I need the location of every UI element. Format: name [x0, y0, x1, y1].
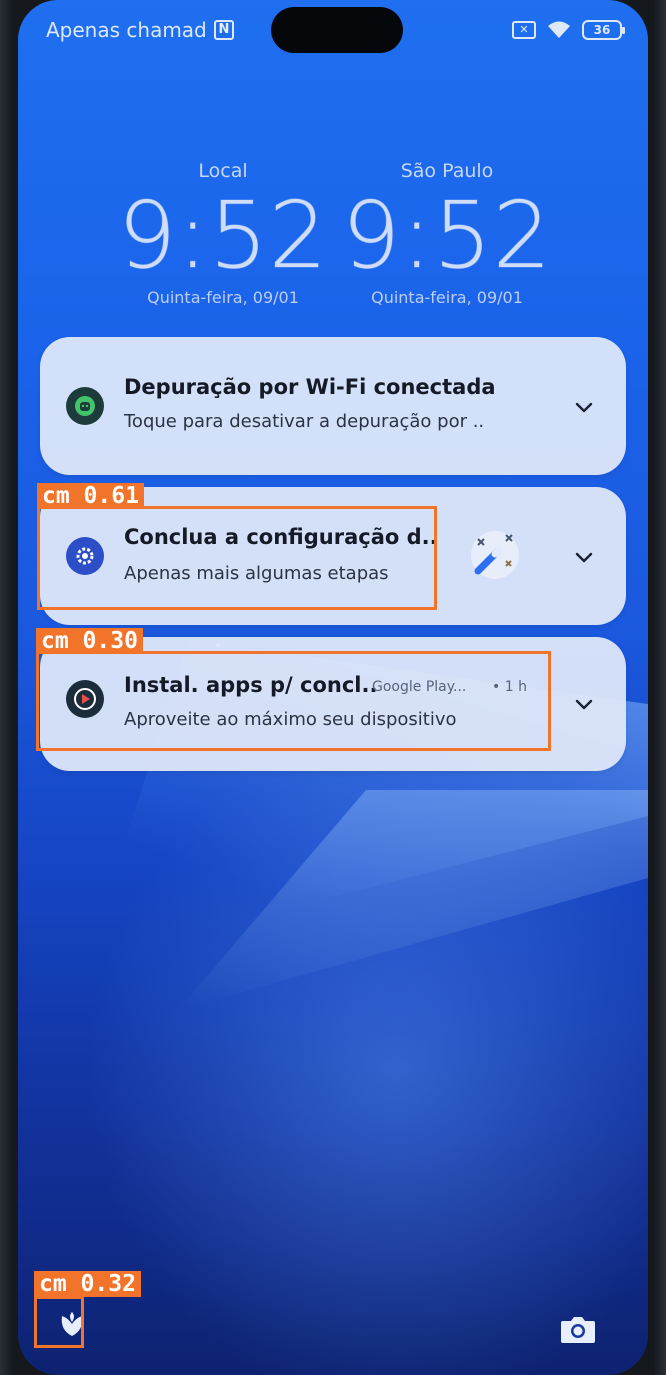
- clock-date: Quinta-feira, 09/01: [147, 288, 299, 307]
- notification-title: Depuração por Wi-Fi conectada: [124, 375, 496, 399]
- camera-notch: [271, 7, 403, 53]
- carrier-text: Apenas chamad: [46, 18, 207, 42]
- status-icons: ✕ 36: [512, 20, 625, 40]
- notification-text: Toque para desativar a depuração por ..: [124, 411, 485, 432]
- clock-city: Local: [198, 160, 248, 182]
- clock-date: Quinta-feira, 09/01: [371, 288, 523, 307]
- chevron-down-icon[interactable]: [572, 395, 596, 419]
- status-bar: Apenas chamad N ✕ 36: [18, 0, 648, 64]
- clock-sao-paulo: São Paulo 9:52 Quinta-feira, 09/01: [332, 160, 562, 307]
- detection-box: [34, 1296, 84, 1348]
- chevron-down-icon[interactable]: [572, 545, 596, 569]
- detection-box: [37, 506, 437, 610]
- clock-time: 9:52: [341, 182, 553, 289]
- no-sim-icon: ✕: [512, 21, 536, 39]
- magic-wand-icon: [471, 531, 519, 579]
- clock-local: Local 9:52 Quinta-feira, 09/01: [108, 160, 338, 307]
- battery-icon: 36: [582, 20, 625, 40]
- phone-frame: Apenas chamad N ✕ 36 Local 9:52 Quinta-f…: [0, 0, 666, 1375]
- clock-city: São Paulo: [400, 160, 494, 182]
- clock-time: 9:52: [117, 182, 329, 289]
- camera-icon[interactable]: [559, 1313, 597, 1345]
- android-debug-icon: [66, 387, 104, 425]
- chevron-down-icon[interactable]: [572, 692, 596, 716]
- wifi-icon: [546, 20, 572, 40]
- notification-wifi-debugging[interactable]: Depuração por Wi-Fi conectada Toque para…: [40, 337, 626, 475]
- detection-label: cm 0.32: [34, 1271, 141, 1297]
- nfc-icon: N: [214, 20, 234, 40]
- detection-box: [36, 651, 551, 751]
